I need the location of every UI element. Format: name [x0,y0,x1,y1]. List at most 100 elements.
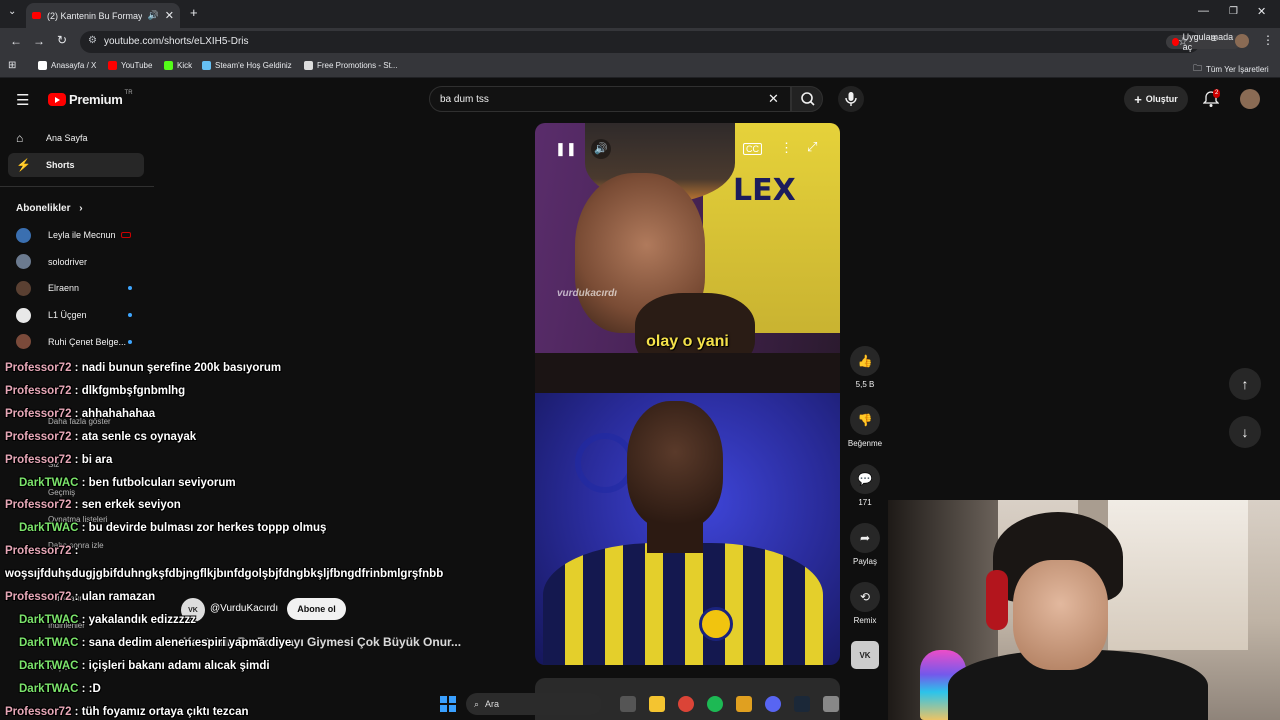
new-content-dot [128,313,132,318]
address-bar[interactable]: ⚙ youtube.com/shorts/eLXIH5-Dris Uygulam… [80,31,1241,53]
bookmark-favicon-icon [164,61,173,70]
like-icon[interactable]: 👍 [850,346,880,376]
short-video-player[interactable]: LEX vurdukacırdı olay o yani ❚❚ 🔊 CC ⋮ ⤢ [535,123,840,393]
voice-search-button[interactable] [838,86,864,112]
chat-text: : tüh foyamız ortaya çıktı tezcan [71,705,249,718]
subscribe-button[interactable]: Abone ol [287,598,346,620]
bookmark-item[interactable]: Kick [164,61,192,70]
subscription-item[interactable]: Leyla ile Mecnun [16,226,144,244]
remix-icon[interactable]: ⟲ [850,582,880,612]
webcam-overlay [888,500,1280,720]
subscription-name: Elraenn [48,283,80,294]
subscription-item[interactable]: Ruhi Çenet Belge... [16,333,144,351]
volume-icon[interactable]: 🔊 [591,139,611,159]
subscription-item[interactable]: L1 Üçgen [16,306,144,324]
chat-username: Professor72 [5,705,72,718]
browser-toolbar: ← → ↻ ⚙ youtube.com/shorts/eLXIH5-Dris U… [0,28,1280,56]
reload-icon[interactable]: ↻ [57,33,67,47]
new-tab-icon[interactable]: + [190,5,198,20]
remix-action[interactable]: ⟲ Remix [844,582,886,625]
chat-message: Professor72 : [5,545,79,557]
chat-text: : sen erkek seviyon [71,499,181,512]
subscription-name: L1 Üçgen [48,310,87,321]
short-video-frame-2[interactable] [535,393,840,665]
files-icon[interactable] [620,696,636,712]
channel-name[interactable]: @VurduKacırdı [210,603,278,614]
clear-search-icon[interactable]: ✕ [768,91,779,107]
site-info-icon[interactable]: ⚙ [88,35,97,46]
bookmark-item[interactable]: YouTube [108,61,152,70]
more-options-icon[interactable]: ⋮ [780,140,793,156]
app-icon[interactable] [736,696,752,712]
bookmark-item[interactable]: Anasayfa / X [38,61,96,70]
bookmark-item[interactable]: Steam'e Hoş Geldiniz [202,61,292,70]
dislike-action[interactable]: 👎 Beğenme [844,405,886,448]
tab-audio-icon[interactable]: 🔊 [148,10,159,21]
subscriptions-header[interactable]: Abonelikler › [16,203,83,214]
bookmark-label: Anasayfa / X [51,61,97,70]
channel-thumbnail[interactable]: VK [851,641,879,669]
captions-icon[interactable]: CC [743,143,762,155]
spotify-icon[interactable] [707,696,723,712]
apps-grid-icon[interactable]: ⊞ [8,60,16,71]
share-icon[interactable]: ➦ [850,523,880,553]
account-avatar[interactable] [1240,89,1260,109]
search-icon [801,92,815,106]
hamburger-menu-icon[interactable]: ☰ [16,91,29,109]
sidebar-item-home[interactable]: ⌂ Ana Sayfa [8,126,144,150]
arrow-up-icon: ↑ [1241,376,1249,392]
youtube-premium-logo[interactable]: Premium TR [48,90,133,107]
chat-username: Professor72 [5,384,72,397]
steam-icon[interactable] [794,696,810,712]
settings-icon[interactable] [823,696,839,712]
fullscreen-icon[interactable]: ⤢ [807,139,817,155]
chat-username: Professor72 [5,362,72,374]
share-action[interactable]: ➦ Paylaş [844,523,886,566]
comments-icon[interactable]: 💬 [850,464,880,494]
chat-message: DarkTWAC : :D [19,683,101,695]
sidebar-item-shorts[interactable]: ⚡ Shorts [8,153,144,177]
folder-icon[interactable] [649,696,665,712]
subscription-item[interactable]: solodriver [16,253,144,271]
chrome-icon[interactable] [678,696,694,712]
subscription-name: Ruhi Çenet Belge... [48,336,127,347]
forward-icon[interactable]: → [33,34,45,48]
create-button[interactable]: + Oluştur [1124,86,1188,112]
chat-text: : dlkfgmbşfgnbmlhg [71,384,186,397]
tab-active[interactable]: (2) Kantenin Bu Formayı Giy... 🔊 ✕ [26,3,180,28]
browser-menu-icon[interactable]: ⋮ [1262,33,1274,47]
share-label: Paylaş [852,557,877,566]
subscription-item[interactable]: Elraenn [16,279,144,297]
all-bookmarks-folder[interactable]: 🗀 Tüm Yer İşaretleri [1193,61,1269,77]
comments-action[interactable]: 💬 171 [844,464,886,507]
next-short-button[interactable]: ↓ [1229,416,1261,448]
search-button[interactable] [791,86,823,112]
reading-list-icon[interactable]: ≡ [1211,34,1217,45]
bookmark-item[interactable]: Free Promotions - St... [304,61,397,70]
profile-avatar[interactable] [1235,34,1249,48]
tab-search-icon[interactable]: ⌄ [8,6,16,17]
window-close-icon[interactable]: ✕ [1257,5,1266,18]
sidebar-item-label[interactable]: Geçmiş [48,488,75,497]
search-input[interactable]: ba dum tss ✕ [429,86,791,112]
chat-message: DarkTWAC : bu devirde bulması zor herkes… [19,522,326,534]
bookmark-label: Free Promotions - St... [317,61,398,70]
chat-username: Professor72 [5,430,72,443]
minimize-icon[interactable]: — [1198,5,1209,17]
windows-start-icon[interactable] [440,696,456,712]
chat-username: Professor72 [5,591,72,603]
notification-count-badge: 2 [1213,89,1221,98]
pause-icon[interactable]: ❚❚ [555,141,577,157]
like-action[interactable]: 👍 5,5 B [844,346,886,389]
tab-close-icon[interactable]: ✕ [165,9,174,22]
previous-short-button[interactable]: ↑ [1229,368,1261,400]
back-icon[interactable]: ← [10,34,22,48]
restore-icon[interactable]: ❐ [1229,6,1238,17]
discord-icon[interactable] [765,696,781,712]
chat-username: Professor72 [5,499,72,512]
headset [986,570,1008,630]
bookmark-star-icon[interactable]: ☆ [1178,35,1188,48]
taskbar-search[interactable]: ⌕ Ara [466,693,602,715]
dislike-icon[interactable]: 👎 [850,405,880,435]
new-content-dot [128,286,132,291]
